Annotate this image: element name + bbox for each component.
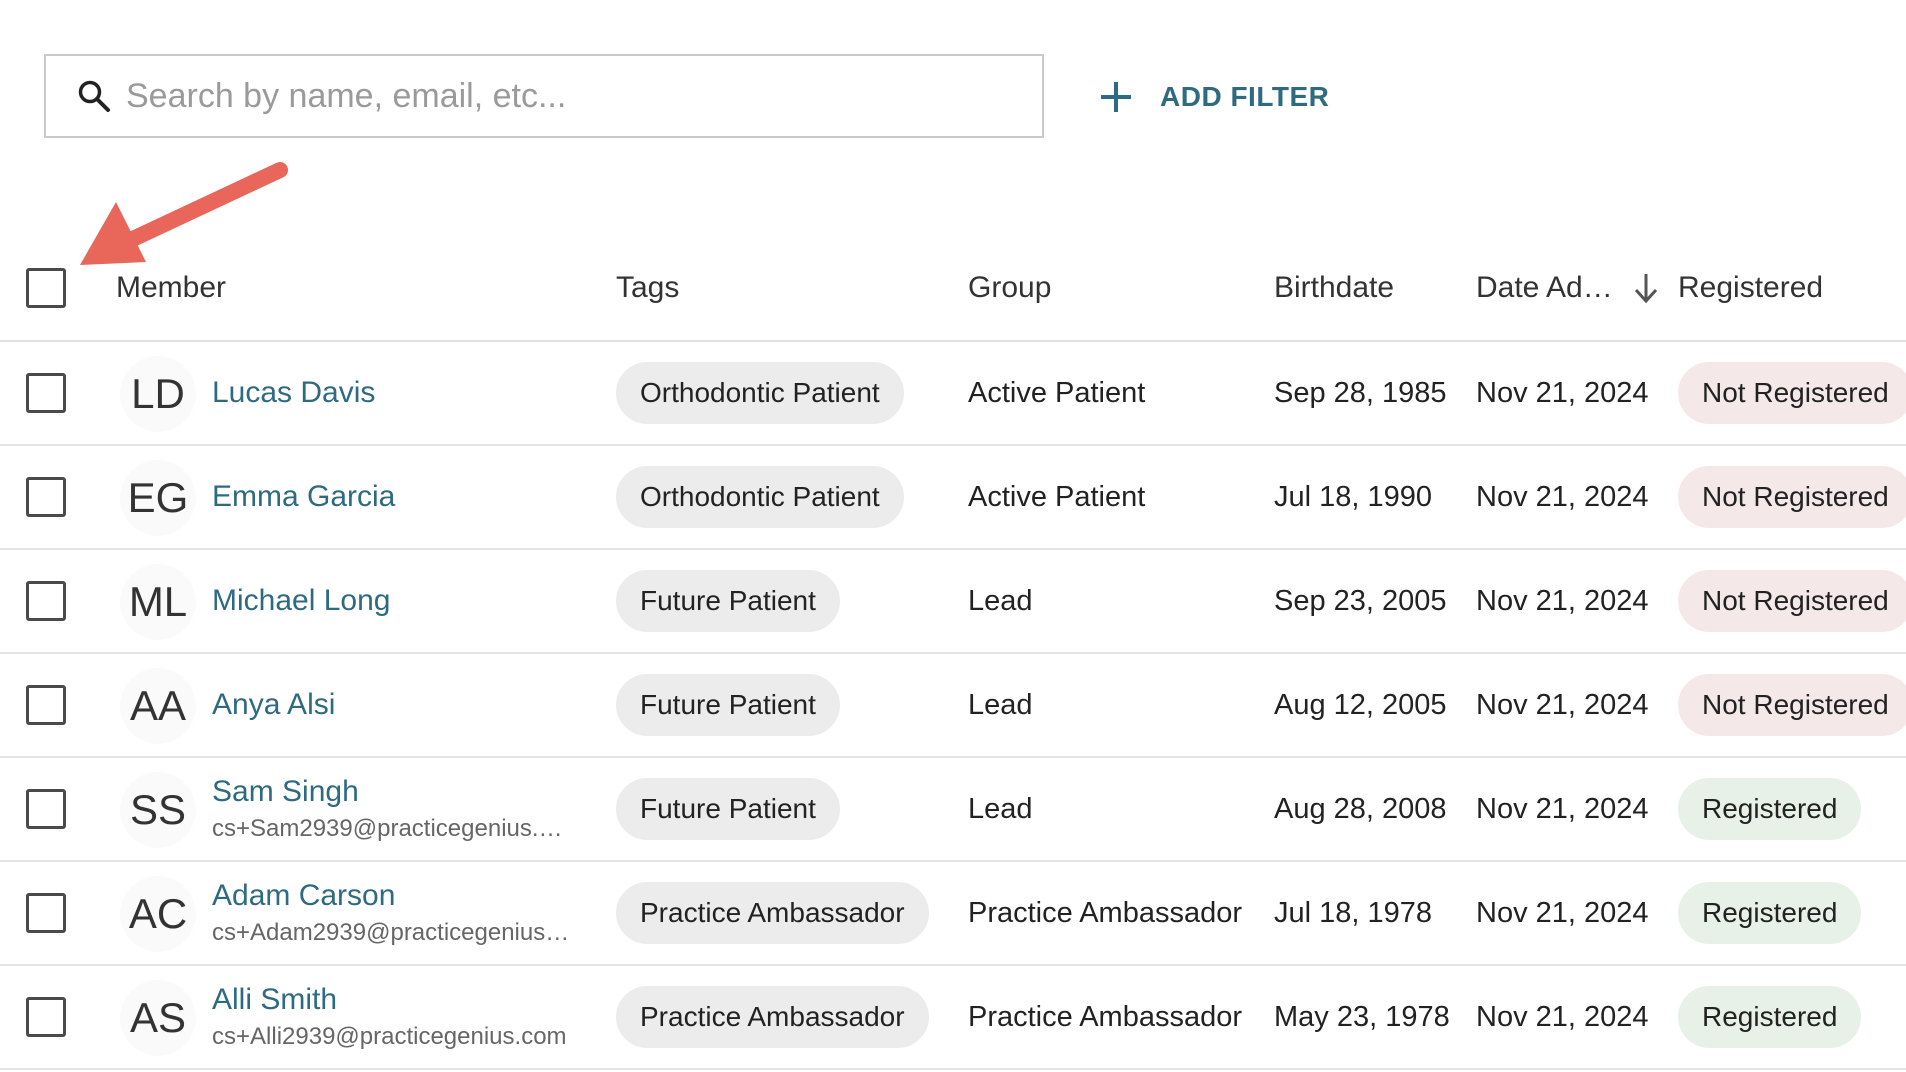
row-checkbox[interactable] <box>26 477 66 517</box>
group-value: Lead <box>968 584 1033 617</box>
birthdate-value: Sep 28, 1985 <box>1274 376 1447 409</box>
tag-chip: Future Patient <box>616 674 840 736</box>
date-added-value: Nov 21, 2024 <box>1476 688 1649 721</box>
tag-chip: Practice Ambassador <box>616 986 929 1048</box>
table-row[interactable]: SS Sam Singh cs+Sam2939@practicegenius.c… <box>0 758 1906 862</box>
avatar: AC <box>120 876 196 952</box>
column-header-tags[interactable]: Tags <box>616 236 679 340</box>
avatar: AS <box>120 980 196 1056</box>
date-added-label: Date Ad… <box>1476 271 1613 304</box>
birthdate-value: Aug 12, 2005 <box>1274 688 1447 721</box>
search-icon <box>76 78 112 114</box>
row-checkbox[interactable] <box>26 373 66 413</box>
column-header-group[interactable]: Group <box>968 236 1051 340</box>
registration-status-badge: Registered <box>1678 882 1862 944</box>
search-box[interactable] <box>44 54 1044 138</box>
select-all-checkbox[interactable] <box>26 268 66 308</box>
member-name-link[interactable]: Lucas Davis <box>212 376 375 410</box>
birthdate-value: Jul 18, 1978 <box>1274 896 1433 929</box>
row-checkbox[interactable] <box>26 685 66 725</box>
table-row[interactable]: EG Emma Garcia Orthodontic Patient Activ… <box>0 446 1906 550</box>
table-header-row: Member Tags Group Birthdate Date Ad… Reg… <box>0 236 1906 342</box>
avatar: AA <box>120 668 196 744</box>
members-table: Member Tags Group Birthdate Date Ad… Reg… <box>0 236 1906 1070</box>
avatar: LD <box>120 356 196 432</box>
date-added-value: Nov 21, 2024 <box>1476 1000 1649 1033</box>
tag-chip: Future Patient <box>616 778 840 840</box>
registration-status-badge: Not Registered <box>1678 466 1906 528</box>
member-email: cs+Sam2939@practicegenius.com <box>212 815 574 842</box>
table-row[interactable]: AA Anya Alsi Future Patient Lead Aug 12,… <box>0 654 1906 758</box>
avatar: SS <box>120 772 196 848</box>
date-added-value: Nov 21, 2024 <box>1476 584 1649 617</box>
registration-status-badge: Registered <box>1678 778 1862 840</box>
birthdate-value: Jul 18, 1990 <box>1274 480 1433 513</box>
registration-status-badge: Registered <box>1678 986 1862 1048</box>
member-name-link[interactable]: Anya Alsi <box>212 688 335 722</box>
avatar: EG <box>120 460 196 536</box>
birthdate-value: May 23, 1978 <box>1274 1000 1450 1033</box>
row-checkbox[interactable] <box>26 997 66 1037</box>
table-row[interactable]: ML Michael Long Future Patient Lead Sep … <box>0 550 1906 654</box>
table-row[interactable]: LD Lucas Davis Orthodontic Patient Activ… <box>0 342 1906 446</box>
group-value: Practice Ambassador <box>968 896 1243 929</box>
registration-status-badge: Not Registered <box>1678 570 1906 632</box>
tag-chip: Orthodontic Patient <box>616 466 904 528</box>
member-email: cs+Adam2939@practicegenius.com <box>212 919 574 946</box>
group-value: Active Patient <box>968 376 1146 409</box>
group-value: Active Patient <box>968 480 1146 513</box>
date-added-value: Nov 21, 2024 <box>1476 896 1649 929</box>
table-row[interactable]: AS Alli Smith cs+Alli2939@practicegenius… <box>0 966 1906 1070</box>
toolbar: ADD FILTER <box>0 0 1906 150</box>
member-name-link[interactable]: Alli Smith <box>212 983 567 1017</box>
tag-chip: Orthodontic Patient <box>616 362 904 424</box>
member-email: cs+Alli2939@practicegenius.com <box>212 1023 567 1050</box>
table-row[interactable]: AC Adam Carson cs+Adam2939@practicegeniu… <box>0 862 1906 966</box>
member-name-link[interactable]: Emma Garcia <box>212 480 395 514</box>
column-header-date-added[interactable]: Date Ad… <box>1476 236 1661 340</box>
column-header-registered[interactable]: Registered <box>1678 236 1823 340</box>
member-name-link[interactable]: Sam Singh <box>212 775 574 809</box>
column-header-birthdate[interactable]: Birthdate <box>1274 236 1394 340</box>
date-added-value: Nov 21, 2024 <box>1476 792 1649 825</box>
date-added-value: Nov 21, 2024 <box>1476 376 1649 409</box>
sort-descending-icon[interactable] <box>1631 271 1661 305</box>
registration-status-badge: Not Registered <box>1678 362 1906 424</box>
plus-icon <box>1098 79 1134 115</box>
column-header-member[interactable]: Member <box>116 236 226 340</box>
add-filter-button[interactable]: ADD FILTER <box>1098 70 1329 124</box>
add-filter-label: ADD FILTER <box>1160 81 1330 112</box>
avatar: ML <box>120 564 196 640</box>
group-value: Lead <box>968 688 1033 721</box>
row-checkbox[interactable] <box>26 581 66 621</box>
search-input[interactable] <box>124 75 1024 117</box>
group-value: Practice Ambassador <box>968 1000 1243 1033</box>
row-checkbox[interactable] <box>26 893 66 933</box>
member-name-link[interactable]: Adam Carson <box>212 879 574 913</box>
row-checkbox[interactable] <box>26 789 66 829</box>
tag-chip: Practice Ambassador <box>616 882 929 944</box>
date-added-value: Nov 21, 2024 <box>1476 480 1649 513</box>
registration-status-badge: Not Registered <box>1678 674 1906 736</box>
group-value: Lead <box>968 792 1033 825</box>
birthdate-value: Aug 28, 2008 <box>1274 792 1447 825</box>
birthdate-value: Sep 23, 2005 <box>1274 584 1447 617</box>
tag-chip: Future Patient <box>616 570 840 632</box>
member-name-link[interactable]: Michael Long <box>212 584 390 618</box>
